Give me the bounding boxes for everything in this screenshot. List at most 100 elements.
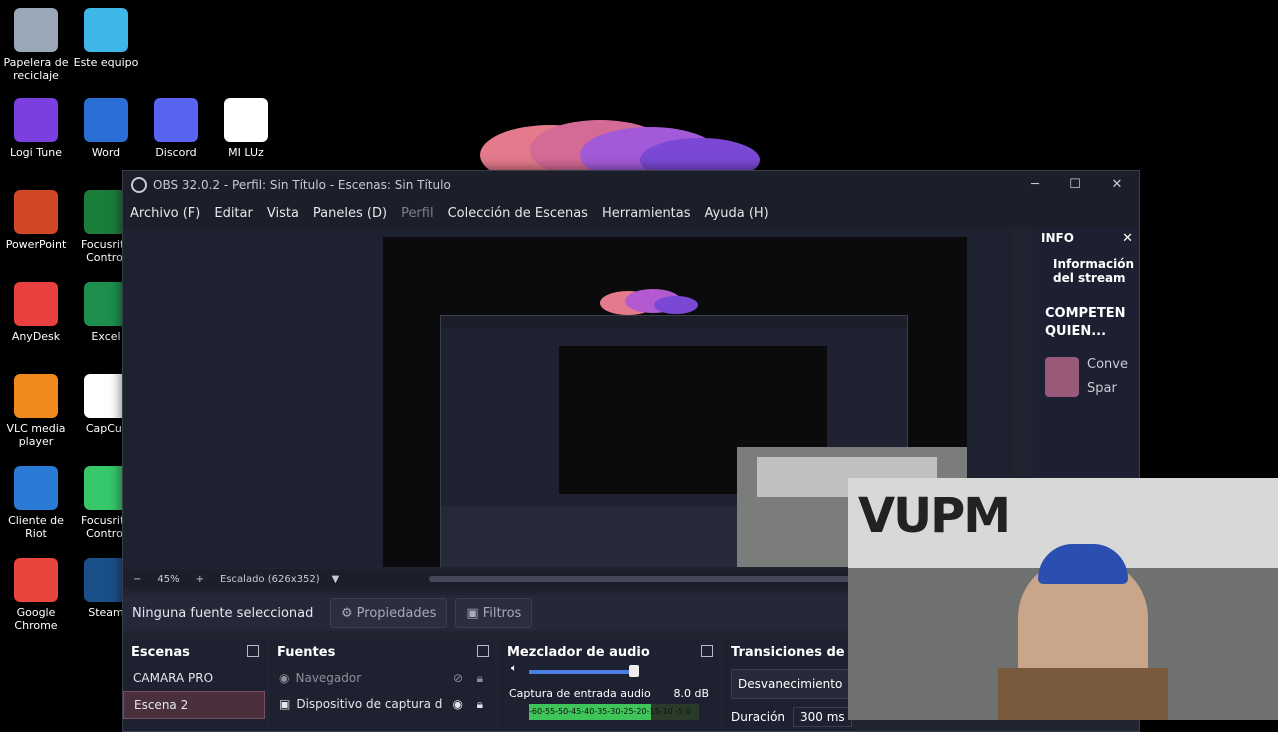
desktop-icon-word[interactable]: Word: [70, 98, 142, 159]
word-icon: [84, 98, 128, 142]
desktop-icon-powerpoint[interactable]: PowerPoint: [0, 190, 72, 251]
desktop-icon-recycle-bin[interactable]: Papelera de reciclaje: [0, 8, 72, 82]
properties-button[interactable]: ⚙ Propiedades: [330, 598, 448, 628]
desktop-icon-chrome[interactable]: Google Chrome: [0, 558, 72, 632]
eye-hidden-icon[interactable]: ⊘: [453, 671, 463, 685]
maximize-icon[interactable]: ☐: [1063, 177, 1087, 192]
desktop-icon-video-file[interactable]: MI LUz: [210, 98, 282, 159]
duration-row: Duración 300 ms: [731, 707, 853, 727]
menu-editar[interactable]: Editar: [207, 206, 260, 221]
desktop-icon-logi-tune[interactable]: Logi Tune: [0, 98, 72, 159]
desktop-icon-vlc[interactable]: VLC media player: [0, 374, 72, 448]
desktop-icon-label: Google Chrome: [14, 606, 58, 632]
filters-button[interactable]: ▣ Filtros: [455, 598, 533, 628]
close-icon[interactable]: ✕: [1105, 177, 1129, 192]
menu-coleccion-escenas[interactable]: Colección de Escenas: [441, 206, 595, 221]
filters-button-label: Filtros: [482, 605, 522, 621]
transitions-dock: Transiciones de esc Desvanecimiento Dura…: [723, 639, 853, 731]
filter-icon: ▣: [466, 605, 479, 621]
zoom-out-button[interactable]: −: [133, 574, 141, 585]
undock-icon[interactable]: [477, 645, 489, 657]
volume-slider[interactable]: 🔈︎: [499, 663, 719, 679]
graffiti-art: VUPM: [858, 488, 1011, 544]
anydesk-icon: [14, 282, 58, 326]
menu-vista[interactable]: Vista: [260, 206, 306, 221]
stream-info-label: Información del stream: [1053, 257, 1135, 285]
scenes-dock: Escenas CAMARA PRO Escena 2: [123, 639, 265, 731]
no-source-label: Ninguna fuente seleccionad: [132, 605, 314, 621]
gear-icon: ⚙: [341, 605, 353, 621]
recycle-bin-icon: [14, 8, 58, 52]
menu-perfil[interactable]: Perfil: [394, 206, 441, 221]
undock-icon[interactable]: [701, 645, 713, 657]
properties-button-label: Propiedades: [356, 605, 437, 621]
monitor-icon: [84, 8, 128, 52]
menu-herramientas[interactable]: Herramientas: [595, 206, 698, 221]
info-row: Conve Spar: [1033, 341, 1139, 401]
desktop-icon-label: MI LUz: [228, 146, 264, 159]
lock-icon[interactable]: 🔒︎: [477, 697, 483, 712]
info-row1: Conve: [1087, 357, 1128, 372]
info-header: INFO ✕: [1033, 227, 1139, 249]
source-item[interactable]: ▣ Dispositivo de captura d ◉ 🔒︎: [269, 691, 495, 717]
undock-icon[interactable]: [247, 645, 259, 657]
transitions-header: Transiciones de esc: [731, 644, 853, 660]
eye-icon[interactable]: ◉: [453, 697, 463, 711]
desktop-icon-discord[interactable]: Discord: [140, 98, 212, 159]
menu-archivo[interactable]: Archivo (F): [123, 206, 207, 221]
stream-title-line1: COMPETEN: [1045, 306, 1126, 321]
sources-header: Fuentes: [269, 639, 495, 665]
close-dock-icon[interactable]: ✕: [1122, 231, 1133, 246]
scene-item-selected[interactable]: Escena 2: [123, 691, 265, 719]
menu-bar: Archivo (F) Editar Vista Paneles (D) Per…: [123, 199, 1139, 227]
globe-icon: ◉: [279, 671, 290, 685]
desktop-icon-riot-client[interactable]: Cliente de Riot: [0, 466, 72, 540]
zoom-percent: 45%: [157, 573, 180, 585]
duration-input[interactable]: 300 ms: [793, 707, 852, 727]
preview-swirl: [600, 289, 698, 315]
lock-icon[interactable]: 🔒︎: [477, 671, 483, 686]
duration-label: Duración: [731, 710, 786, 724]
info-dock: INFO ✕ Información del stream COMPETEN Q…: [1033, 227, 1139, 477]
desktop-icon-label: Este equipo: [73, 56, 139, 69]
logi-tune-icon: [14, 98, 58, 142]
menu-ayuda[interactable]: Ayuda (H): [698, 206, 776, 221]
webcam-overlay: VUPM: [848, 478, 1278, 720]
powerpoint-icon: [14, 190, 58, 234]
scale-dropdown-icon[interactable]: ▼: [332, 574, 340, 585]
title-bar: OBS 32.0.2 - Perfil: Sin Título - Escena…: [123, 171, 1139, 199]
menu-paneles[interactable]: Paneles (D): [306, 206, 394, 221]
stream-title-line2: QUIEN...: [1045, 324, 1107, 339]
stream-title: COMPETEN QUIEN...: [1033, 285, 1139, 341]
scale-label: Escalado (626x352): [220, 573, 320, 585]
source-item[interactable]: ◉ Navegador ⊘ 🔒︎: [269, 665, 495, 691]
thumbnail-image: [1045, 357, 1079, 397]
shirt: [998, 668, 1168, 720]
source-item-label: Navegador: [295, 671, 362, 685]
desktop-icon-label: Logi Tune: [10, 146, 62, 159]
desktop-icon-label: VLC media player: [6, 422, 66, 448]
info-row2: Spar: [1087, 381, 1117, 396]
meter-scale: -60-55-50-45-40-35-30-25-20-15-10 -5 0: [529, 707, 691, 716]
sources-header-label: Fuentes: [277, 644, 336, 660]
audio-meter: -60-55-50-45-40-35-30-25-20-15-10 -5 0: [529, 704, 699, 720]
zoom-in-button[interactable]: +: [196, 574, 204, 585]
desktop-icon-label: Papelera de reciclaje: [3, 56, 69, 82]
desktop-icon-label: Discord: [155, 146, 197, 159]
sources-dock: Fuentes ◉ Navegador ⊘ 🔒︎ ▣ Dispositivo d…: [269, 639, 495, 731]
scene-item[interactable]: CAMARA PRO: [123, 665, 265, 691]
video-file-icon: [224, 98, 268, 142]
chrome-icon: [14, 558, 58, 602]
minimize-icon[interactable]: ─: [1023, 177, 1047, 192]
horizontal-scrollbar[interactable]: [429, 576, 870, 582]
desktop-icon-anydesk[interactable]: AnyDesk: [0, 282, 72, 343]
desktop-icon-monitor[interactable]: Este equipo: [70, 8, 142, 69]
desktop-icon-label: Cliente de Riot: [8, 514, 64, 540]
transition-select[interactable]: Desvanecimiento: [731, 669, 853, 699]
track-db: 8.0 dB: [673, 687, 709, 700]
volume-handle[interactable]: [629, 665, 639, 677]
discord-icon: [154, 98, 198, 142]
scenes-header-label: Escenas: [131, 644, 190, 660]
volume-track: [529, 670, 639, 674]
camera-icon: ▣: [279, 697, 291, 711]
